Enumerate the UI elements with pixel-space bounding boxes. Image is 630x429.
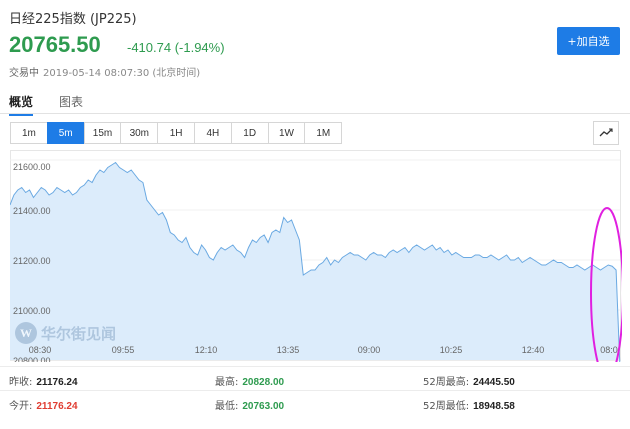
stat-52w-low: 52周最低: 18948.58 xyxy=(423,401,515,412)
range-4h-button[interactable]: 4H xyxy=(193,122,232,144)
status-label: 交易中 xyxy=(9,68,39,79)
range-30m-button[interactable]: 30m xyxy=(120,122,159,144)
x-tick-label: 13:35 xyxy=(277,345,300,355)
x-tick-label: 12:10 xyxy=(195,345,218,355)
y-tick-label: 21600.00 xyxy=(13,162,51,172)
range-1h-button[interactable]: 1H xyxy=(157,122,195,144)
status-timestamp: 2019-05-14 08:07:30 (北京时间) xyxy=(43,68,201,79)
index-title: 日经225指数 (JP225) xyxy=(9,12,137,27)
line-chart-icon xyxy=(599,128,613,137)
add-to-watchlist-button[interactable]: +加自选 xyxy=(557,27,620,55)
stats-row: 今开: 21176.24 最低: 20763.00 52周最低: 18948.58 xyxy=(0,390,630,414)
range-1mo-button[interactable]: 1M xyxy=(304,122,343,144)
current-price: 20765.50 xyxy=(9,32,101,57)
x-tick-label: 10:25 xyxy=(440,345,463,355)
range-1m-button[interactable]: 1m xyxy=(10,122,48,144)
time-range-selector: 1m 5m 15m 30m 1H 4H 1D 1W 1M xyxy=(10,122,343,144)
view-tabs: 概览 图表 xyxy=(0,90,630,116)
chart-type-toggle[interactable] xyxy=(593,121,619,145)
y-tick-label: 21400.00 xyxy=(13,206,51,216)
price-area xyxy=(10,162,620,362)
y-tick-label: 21200.00 xyxy=(13,256,51,266)
trading-status: 交易中 2019-05-14 08:07:30 (北京时间) xyxy=(9,64,200,79)
stat-52w-high: 52周最高: 24445.50 xyxy=(423,377,515,388)
range-1w-button[interactable]: 1W xyxy=(267,122,306,144)
x-tick-label: 12:40 xyxy=(522,345,545,355)
range-5m-button[interactable]: 5m xyxy=(46,122,85,144)
x-tick-label: 09:00 xyxy=(358,345,381,355)
tab-overview[interactable]: 概览 xyxy=(9,93,34,116)
x-tick-label: 09:55 xyxy=(112,345,135,355)
y-tick-label: 20800.00 xyxy=(13,356,51,362)
stat-high: 最高: 20828.00 xyxy=(215,377,285,388)
range-1d-button[interactable]: 1D xyxy=(230,122,269,144)
stat-open: 今开: 21176.24 xyxy=(9,401,78,412)
stat-low: 最低: 20763.00 xyxy=(215,401,285,412)
x-tick-label: 08:0 xyxy=(600,345,618,355)
stat-prev-close: 昨收: 21176.24 xyxy=(9,377,78,388)
range-15m-button[interactable]: 15m xyxy=(83,122,122,144)
tab-chart[interactable]: 图表 xyxy=(59,93,83,114)
price-change: -410.74 (-1.94%) xyxy=(127,40,225,55)
x-tick-label: 08:30 xyxy=(29,345,52,355)
stats-row: 昨收: 21176.24 最高: 20828.00 52周最高: 24445.50 xyxy=(0,366,630,390)
price-chart[interactable]: 21600.00 21400.00 21200.00 21000.00 20800.00… xyxy=(10,150,622,362)
y-tick-label: 21000.00 xyxy=(13,306,51,316)
